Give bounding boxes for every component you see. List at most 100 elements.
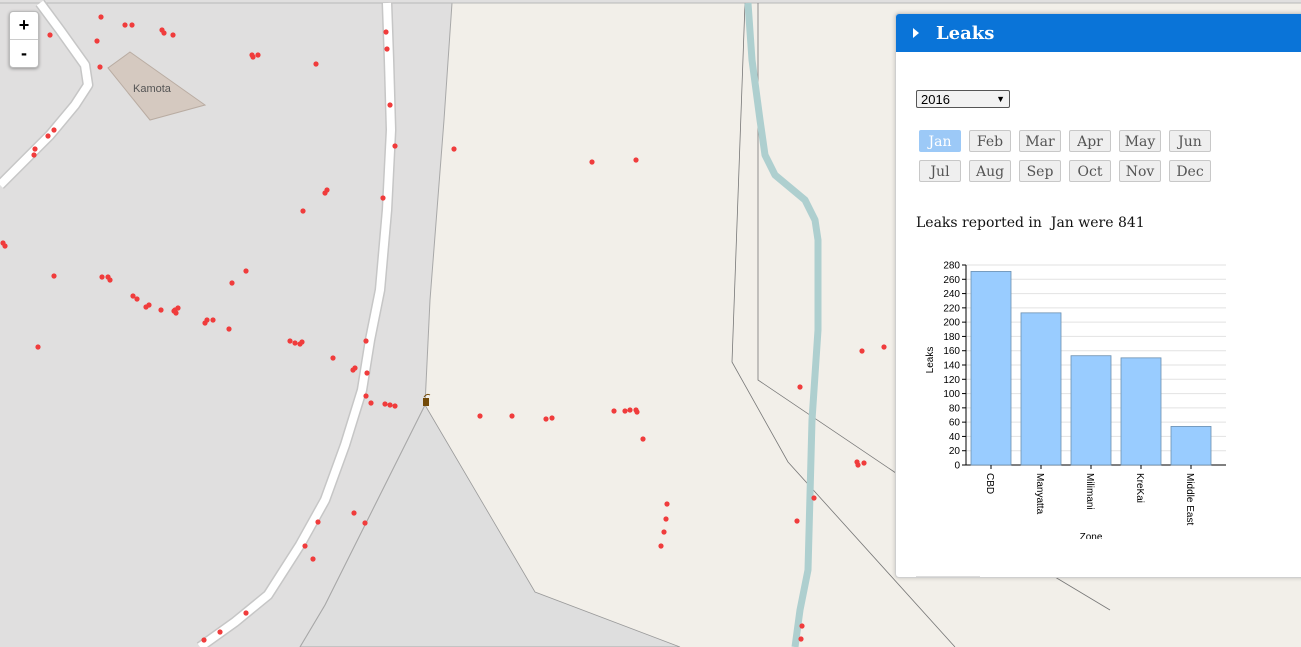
leak-point[interactable]: [250, 54, 256, 60]
leak-point[interactable]: [129, 22, 135, 28]
leak-point[interactable]: [217, 629, 223, 635]
month-button-jun[interactable]: Jun: [1169, 130, 1211, 152]
leak-point[interactable]: [855, 462, 861, 468]
panel-tab[interactable]: [916, 576, 980, 577]
leak-point[interactable]: [158, 307, 164, 313]
leak-point[interactable]: [47, 32, 53, 38]
leak-point[interactable]: [310, 556, 316, 562]
leak-point[interactable]: [97, 64, 103, 70]
leak-point[interactable]: [798, 636, 804, 642]
leak-point[interactable]: [299, 339, 305, 345]
leak-point[interactable]: [210, 317, 216, 323]
leak-point[interactable]: [861, 460, 867, 466]
zoom-in-button[interactable]: +: [10, 12, 38, 39]
leak-point[interactable]: [2, 243, 8, 249]
leak-point[interactable]: [363, 338, 369, 344]
leak-point[interactable]: [201, 637, 207, 643]
leak-point[interactable]: [368, 400, 374, 406]
leak-point[interactable]: [627, 407, 633, 413]
leak-point[interactable]: [383, 29, 389, 35]
leak-point[interactable]: [170, 32, 176, 38]
leak-point[interactable]: [387, 402, 393, 408]
leak-point[interactable]: [633, 407, 639, 413]
leak-point[interactable]: [362, 520, 368, 526]
leak-point[interactable]: [31, 152, 37, 158]
leak-point[interactable]: [380, 195, 386, 201]
leak-point[interactable]: [107, 277, 113, 283]
leak-point[interactable]: [664, 501, 670, 507]
leak-point[interactable]: [302, 543, 308, 549]
leak-point[interactable]: [622, 408, 628, 414]
leak-point[interactable]: [799, 623, 805, 629]
leak-point[interactable]: [243, 610, 249, 616]
leak-point[interactable]: [364, 370, 370, 376]
leak-point[interactable]: [663, 516, 669, 522]
leak-point[interactable]: [509, 413, 515, 419]
leak-point[interactable]: [392, 143, 398, 149]
leak-point[interactable]: [322, 190, 328, 196]
collapse-caret-icon[interactable]: [913, 28, 919, 38]
leak-point[interactable]: [51, 127, 57, 133]
leak-point[interactable]: [811, 495, 817, 501]
leak-point[interactable]: [881, 344, 887, 350]
leak-point[interactable]: [387, 102, 393, 108]
leak-point[interactable]: [658, 543, 664, 549]
leak-point[interactable]: [611, 408, 617, 414]
leak-point[interactable]: [351, 510, 357, 516]
leak-point[interactable]: [313, 61, 319, 67]
leak-point[interactable]: [202, 320, 208, 326]
leak-point[interactable]: [243, 268, 249, 274]
leak-point[interactable]: [51, 273, 57, 279]
leak-point[interactable]: [134, 296, 140, 302]
leak-point[interactable]: [661, 529, 667, 535]
leak-point[interactable]: [99, 274, 105, 280]
month-button-aug[interactable]: Aug: [969, 160, 1011, 182]
leak-point[interactable]: [640, 436, 646, 442]
leak-point[interactable]: [300, 208, 306, 214]
leak-point[interactable]: [392, 403, 398, 409]
leak-point[interactable]: [797, 384, 803, 390]
leak-point[interactable]: [292, 340, 298, 346]
leak-point[interactable]: [794, 518, 800, 524]
panel-header[interactable]: Leaks: [896, 14, 1301, 52]
leak-point[interactable]: [543, 416, 549, 422]
leak-point[interactable]: [382, 401, 388, 407]
month-button-jan[interactable]: Jan: [919, 130, 961, 152]
leak-point[interactable]: [94, 38, 100, 44]
month-button-dec[interactable]: Dec: [1169, 160, 1211, 182]
leak-point[interactable]: [363, 393, 369, 399]
leak-point[interactable]: [255, 52, 261, 58]
month-button-oct[interactable]: Oct: [1069, 160, 1111, 182]
zoom-out-button[interactable]: -: [10, 39, 38, 67]
leak-point[interactable]: [98, 14, 104, 20]
y-tick-label: 240: [943, 289, 960, 300]
leak-point[interactable]: [32, 146, 38, 152]
leak-point[interactable]: [549, 415, 555, 421]
month-button-feb[interactable]: Feb: [969, 130, 1011, 152]
month-button-may[interactable]: May: [1119, 130, 1161, 152]
leak-point[interactable]: [350, 367, 356, 373]
month-button-jul[interactable]: Jul: [919, 160, 961, 182]
month-button-apr[interactable]: Apr: [1069, 130, 1111, 152]
leak-point[interactable]: [287, 338, 293, 344]
year-select[interactable]: 2016 ▼: [916, 90, 1010, 108]
leak-point[interactable]: [175, 305, 181, 311]
leak-point[interactable]: [146, 302, 152, 308]
leak-point[interactable]: [384, 46, 390, 52]
leak-point[interactable]: [45, 133, 51, 139]
leak-point[interactable]: [226, 326, 232, 332]
leak-point[interactable]: [161, 30, 167, 36]
leak-point[interactable]: [633, 157, 639, 163]
leak-point[interactable]: [229, 280, 235, 286]
leak-point[interactable]: [859, 348, 865, 354]
leak-point[interactable]: [589, 159, 595, 165]
leak-point[interactable]: [451, 146, 457, 152]
leak-point[interactable]: [315, 519, 321, 525]
leak-point[interactable]: [35, 344, 41, 350]
leak-point[interactable]: [122, 22, 128, 28]
leak-point[interactable]: [477, 413, 483, 419]
month-button-mar[interactable]: Mar: [1019, 130, 1061, 152]
month-button-sep[interactable]: Sep: [1019, 160, 1061, 182]
month-button-nov[interactable]: Nov: [1119, 160, 1161, 182]
leak-point[interactable]: [330, 355, 336, 361]
